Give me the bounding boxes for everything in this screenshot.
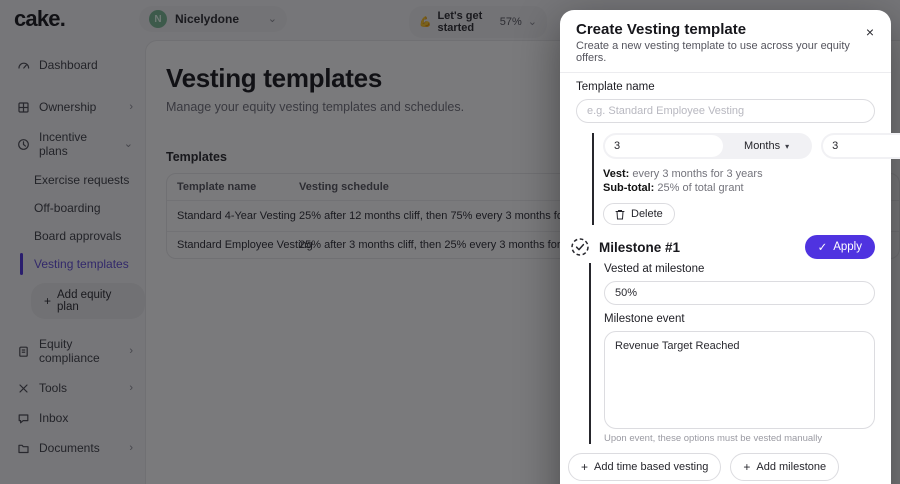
milestone-event-label: Milestone event: [604, 313, 685, 325]
interval-unit-value: Months: [744, 140, 781, 152]
delete-label: Delete: [631, 208, 663, 220]
vesting-duration-input[interactable]: [823, 135, 900, 157]
vested-at-milestone-label: Vested at milestone: [604, 263, 705, 275]
vest-label: Vest:: [603, 168, 630, 180]
apply-label: Apply: [833, 241, 862, 253]
create-vesting-template-modal: Create Vesting template Create a new ves…: [560, 10, 900, 484]
template-name-label: Template name: [576, 81, 655, 93]
milestone-event-textarea[interactable]: Revenue Target Reached: [604, 331, 875, 429]
subtotal-text: 25% of total grant: [657, 182, 744, 194]
template-name-input[interactable]: [576, 99, 875, 123]
milestone-helper-text: Upon event, these options must be vested…: [604, 433, 823, 444]
add-milestone-label: Add milestone: [756, 461, 827, 473]
plus-icon: +: [743, 460, 751, 474]
add-time-based-vesting-button[interactable]: + Add time based vesting: [568, 453, 722, 481]
modal-title: Create Vesting template: [576, 21, 747, 38]
dropdown-caret-icon: ▾: [785, 141, 790, 151]
vest-text: every 3 months for 3 years: [632, 168, 763, 180]
close-icon[interactable]: ×: [866, 25, 874, 39]
subtotal-summary: Sub-total: 25% of total grant: [603, 181, 875, 195]
vested-at-milestone-input[interactable]: [604, 281, 875, 305]
subtotal-label: Sub-total:: [603, 182, 655, 194]
check-icon: ✓: [817, 242, 828, 254]
delete-button[interactable]: Delete: [603, 203, 675, 225]
milestone-title: Milestone #1: [599, 239, 681, 255]
add-milestone-button[interactable]: + Add milestone: [730, 453, 840, 481]
vesting-duration-control: Years ▾: [821, 133, 900, 159]
milestone-section: Vested at milestone Milestone event Reve…: [589, 263, 875, 444]
add-time-label: Add time based vesting: [594, 461, 709, 473]
apply-button[interactable]: ✓ Apply: [804, 235, 875, 259]
modal-subtitle: Create a new vesting template to use acr…: [576, 40, 850, 64]
time-based-vesting-section: Months ▾ Years ▾ Vest: every 3 months fo…: [592, 133, 900, 225]
plus-icon: +: [581, 460, 589, 474]
vesting-interval-control: Months ▾: [603, 133, 813, 159]
milestone-check-icon: [571, 238, 589, 256]
interval-unit-dropdown[interactable]: Months ▾: [723, 140, 810, 152]
vest-summary: Vest: every 3 months for 3 years: [603, 167, 875, 181]
trash-icon: [615, 209, 625, 219]
vesting-interval-input[interactable]: [605, 135, 724, 157]
